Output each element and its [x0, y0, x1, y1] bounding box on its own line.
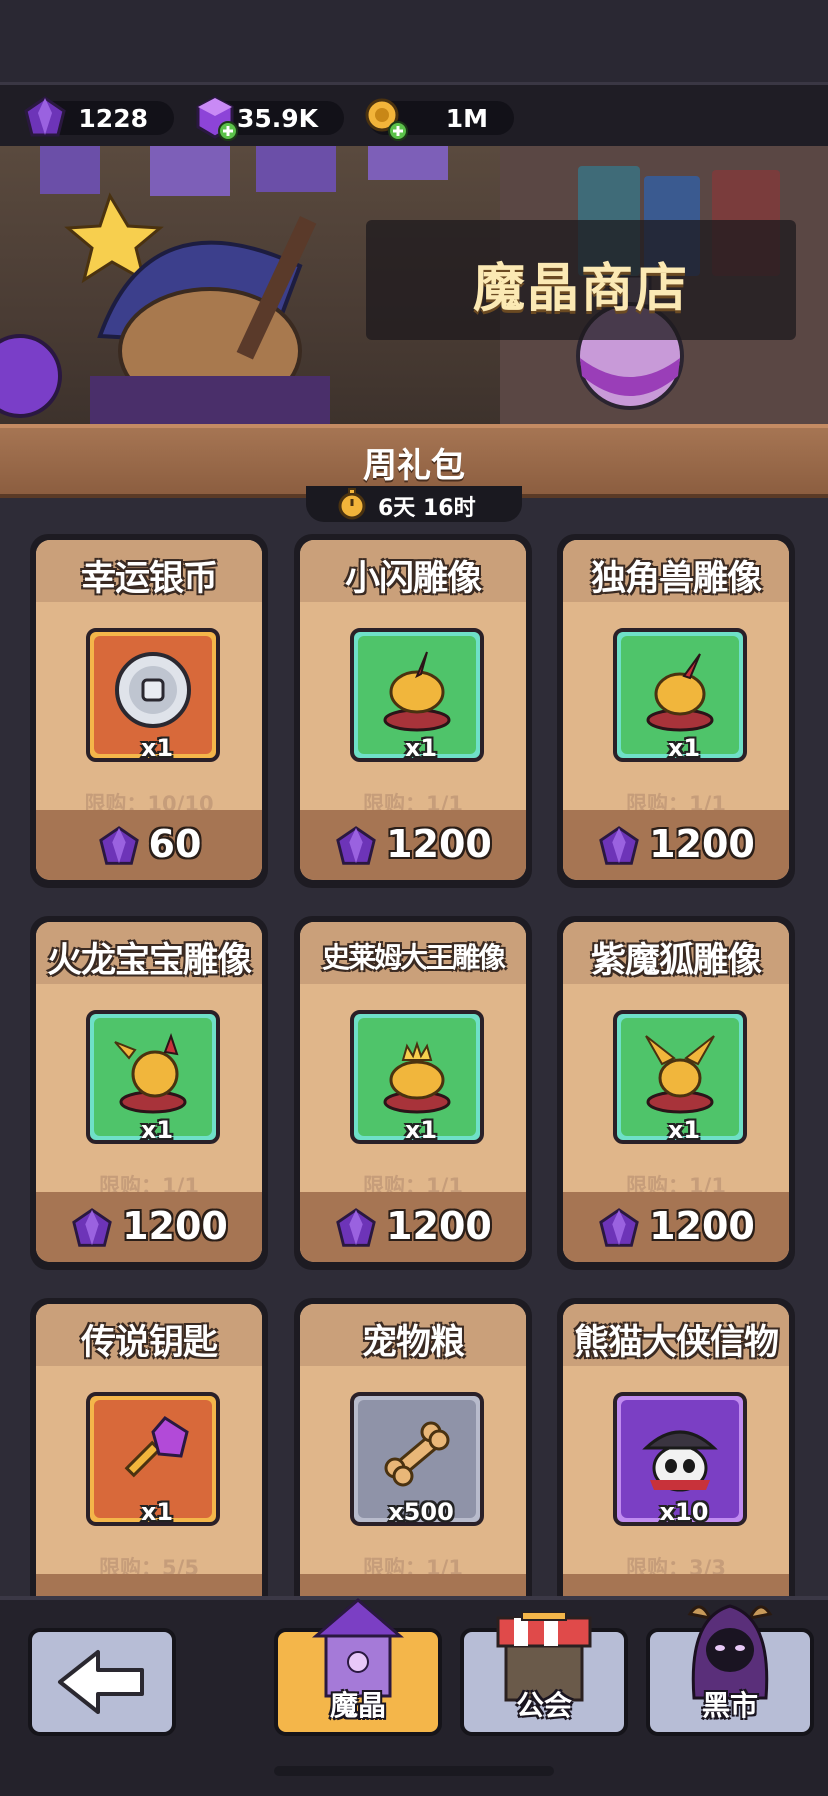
item-quantity: x1 [140, 1498, 174, 1526]
crystal-value: 35.9K [236, 104, 318, 133]
purple-gem-icon [98, 825, 139, 865]
shop-item-card[interactable]: 幸运银币 x1 限购：10/10 60 [30, 534, 268, 888]
shop-item-card[interactable]: 独角兽雕像 x1 限购：1/1 1200 [557, 534, 795, 888]
purple-gem-icon [336, 825, 376, 865]
item-name: 幸运银币 [80, 559, 218, 599]
item-slot: x1 [86, 628, 220, 762]
back-arrow-icon [58, 1650, 144, 1714]
purple-gem-icon [599, 1207, 639, 1247]
price-button[interactable]: 1200 [563, 822, 789, 869]
item-slot: x1 [86, 1010, 220, 1144]
tab-black-market[interactable]: 黑市 [646, 1604, 814, 1736]
item-quantity: x1 [140, 1116, 174, 1144]
price-button[interactable]: 1200 [300, 822, 526, 869]
item-name: 紫魔狐雕像 [590, 941, 762, 981]
item-quantity: x1 [140, 734, 174, 762]
item-slot: x1 [350, 1010, 484, 1144]
bone-icon [384, 1421, 450, 1487]
shop-item-card[interactable]: 紫魔狐雕像 x1 限购：1/1 1200 [557, 916, 795, 1270]
price-value: 60 [148, 822, 202, 866]
item-name: 火龙宝宝雕像 [46, 941, 252, 981]
nav-label: 公会 [515, 1689, 572, 1722]
item-slot: x1 [613, 628, 747, 762]
item-slot: x1 [86, 1392, 220, 1526]
gem-counter[interactable]: 1228 [24, 96, 174, 137]
price-value: 1200 [386, 822, 492, 866]
item-name: 熊猫大侠信物 [573, 1323, 779, 1363]
shop-item-card[interactable]: 小闪雕像 x1 限购：1/1 1200 [294, 534, 532, 888]
item-slot: x1 [350, 628, 484, 762]
silver-coin-icon [115, 652, 191, 728]
item-quantity: x10 [659, 1498, 709, 1526]
slime-king-statue-icon [383, 1040, 451, 1114]
item-quantity: x1 [404, 734, 438, 762]
stopwatch-icon [338, 488, 366, 520]
spark-statue-icon [383, 651, 451, 732]
item-name: 宠物粮 [361, 1323, 465, 1363]
refresh-timer: 6天 16时 [306, 486, 522, 522]
shop-title: 魔晶商店 [472, 259, 689, 319]
item-name: 独角兽雕像 [590, 559, 762, 599]
unicorn-statue-icon [646, 653, 714, 732]
shop-item-card[interactable]: 火龙宝宝雕像 x1 限购：1/1 1200 [30, 916, 268, 1270]
price-button[interactable]: 1200 [36, 1204, 262, 1251]
nav-label: 魔晶 [329, 1689, 386, 1722]
gold-key-plus-icon [365, 98, 408, 141]
home-indicator [274, 1766, 554, 1776]
item-quantity: x500 [388, 1498, 454, 1526]
item-name: 传说钥匙 [80, 1323, 218, 1363]
banner-flag [368, 146, 448, 180]
item-quantity: x1 [667, 734, 701, 762]
panda-hero-icon [642, 1430, 718, 1492]
fox-statue-icon [645, 1035, 715, 1114]
item-quantity: x1 [404, 1116, 438, 1144]
shop-item-card[interactable]: 史莱姆大王雕像 x1 限购：1/1 1200 [294, 916, 532, 1270]
gold-counter[interactable]: 1M [365, 98, 514, 141]
gold-value: 1M [445, 104, 488, 133]
item-slot: x500 [350, 1392, 484, 1526]
purple-gem-icon [72, 1207, 112, 1247]
item-name: 史莱姆大王雕像 [321, 941, 506, 974]
nav-label: 黑市 [701, 1689, 758, 1722]
item-slot: x10 [613, 1392, 747, 1526]
dragon-statue-icon [114, 1033, 187, 1114]
status-area [0, 0, 828, 82]
wizard-capybara-icon [0, 192, 330, 426]
purple-gem-icon [336, 1207, 376, 1247]
price-value: 1200 [649, 1204, 755, 1248]
price-value: 1200 [649, 822, 755, 866]
price-value: 1200 [122, 1204, 228, 1248]
legend-key-icon [124, 1416, 189, 1478]
purple-gem-icon [599, 825, 639, 865]
shop-banner: 魔晶商店 [0, 146, 828, 426]
tab-magic-crystal[interactable]: 魔晶 [274, 1598, 442, 1736]
item-slot: x1 [613, 1010, 747, 1144]
gem-value: 1228 [78, 104, 148, 133]
price-button[interactable]: 1200 [563, 1204, 789, 1251]
purple-cube-plus-icon [196, 96, 238, 141]
item-name: 小闪雕像 [344, 559, 482, 599]
back-button[interactable] [28, 1628, 176, 1736]
tab-guild[interactable]: 公会 [460, 1612, 628, 1736]
currency-bar: 1228 35.9K 1M [0, 82, 828, 149]
price-button[interactable]: 1200 [300, 1204, 526, 1251]
purple-gem-icon [24, 96, 66, 137]
crystal-counter[interactable]: 35.9K [196, 96, 344, 141]
price-button[interactable]: 60 [36, 822, 262, 869]
section-title: 周礼包 [363, 446, 465, 486]
timer-value: 6天 16时 [378, 496, 476, 521]
item-quantity: x1 [667, 1116, 701, 1144]
price-value: 1200 [386, 1204, 492, 1248]
